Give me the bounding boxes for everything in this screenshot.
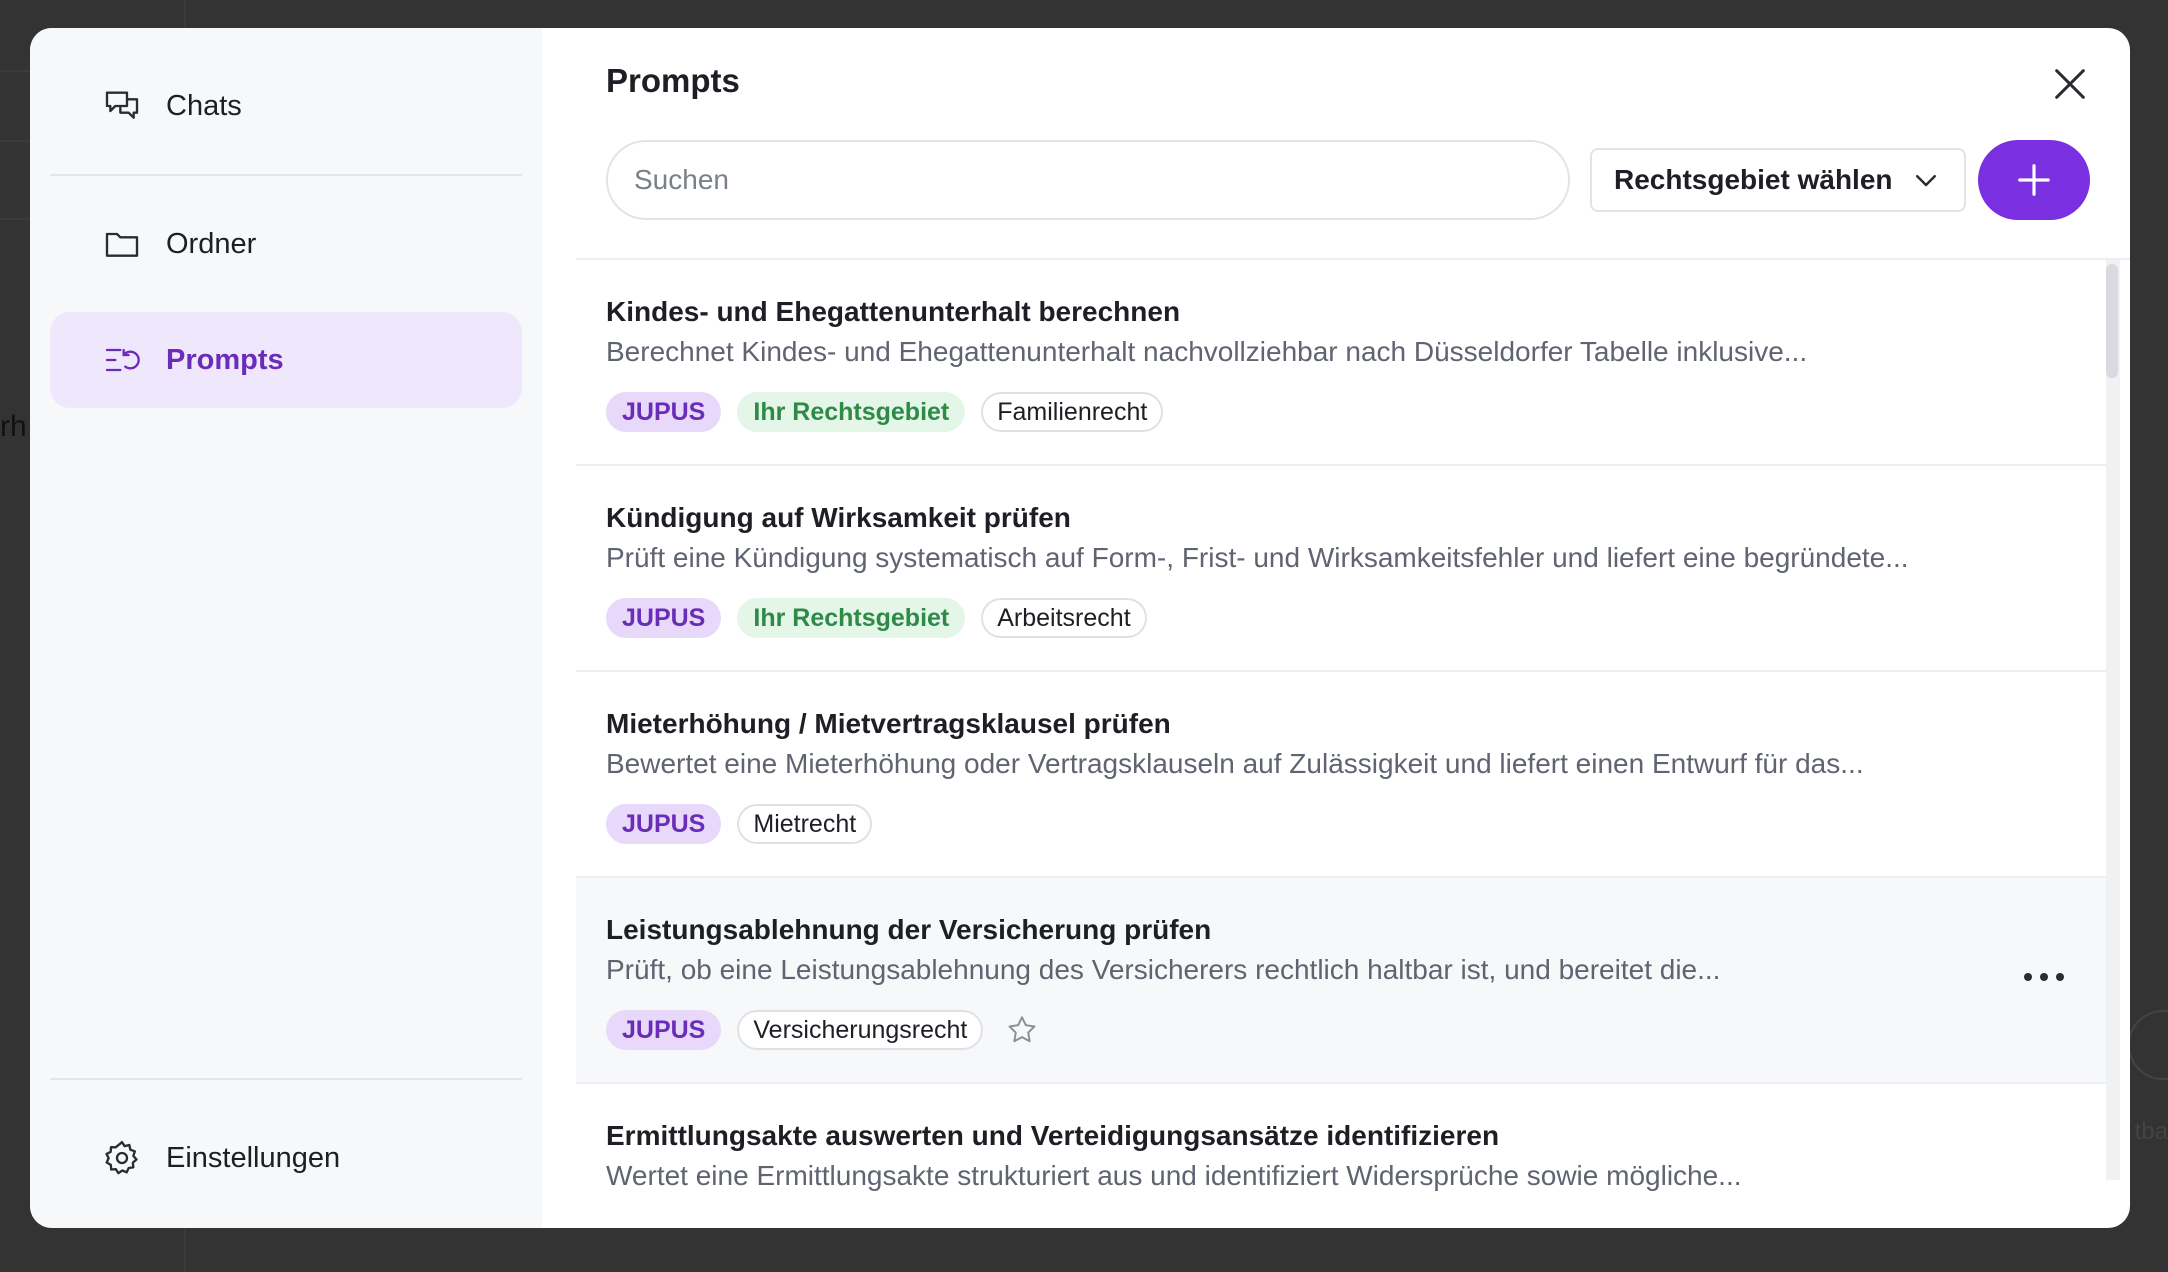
gear-icon	[105, 1141, 138, 1175]
background-circle	[2128, 1010, 2168, 1080]
prompt-description: Prüft eine Kündigung systematisch auf Fo…	[606, 542, 1909, 573]
sidebar-divider	[50, 174, 522, 176]
prompt-title: Ermittlungsakte auswerten und Verteidigu…	[606, 1120, 1500, 1151]
prompt-list-item[interactable]: Mieterhöhung / Mietvertragsklausel prüfe…	[576, 672, 2116, 878]
tag-source: JUPUS	[606, 392, 722, 432]
prompt-title: Kündigung auf Wirksamkeit prüfen	[606, 502, 1071, 533]
rechtsgebiet-select[interactable]: Rechtsgebiet wählen	[1590, 148, 1966, 212]
sidebar-item-label: Ordner	[166, 227, 257, 260]
sidebar-item-prompts[interactable]: Prompts	[50, 312, 522, 408]
prompt-list-item[interactable]: Leistungsablehnung der Versicherung prüf…	[576, 878, 2116, 1084]
prompt-list-item[interactable]: Kindes- und Ehegattenunterhalt berechnen…	[576, 260, 2116, 466]
sidebar-item-label: Einstellungen	[166, 1141, 341, 1174]
add-prompt-button[interactable]	[1978, 140, 2090, 220]
prompt-description: Berechnet Kindes- und Ehegattenunterhalt…	[606, 336, 1808, 367]
tag-legal-area: Mietrecht	[737, 804, 873, 844]
chat-bubbles-icon	[105, 91, 139, 119]
prompt-tags: JUPUS Ihr Rechtsgebiet Familienrecht	[606, 392, 2116, 432]
prompts-modal: Chats Ordner Prompts Einstellungen Promp…	[30, 28, 2130, 1228]
folder-icon	[105, 232, 139, 257]
sidebar-divider	[50, 1078, 522, 1080]
prompt-description: Prüft, ob eine Leistungsablehnung des Ve…	[606, 954, 1721, 985]
prompt-description: Wertet eine Ermittlungsakte strukturiert…	[606, 1160, 1742, 1191]
close-icon[interactable]	[2050, 64, 2090, 104]
sidebar-item-chats[interactable]: Chats	[50, 58, 522, 154]
sidebar-item-einstellungen[interactable]: Einstellungen	[50, 1110, 522, 1206]
tag-source: JUPUS	[606, 1010, 722, 1050]
prompt-title: Leistungsablehnung der Versicherung prüf…	[606, 914, 1212, 945]
chevron-down-icon	[1915, 175, 1936, 187]
sidebar-footer: Einstellungen	[50, 1078, 522, 1228]
plus-icon	[2018, 164, 2050, 196]
page-title: Prompts	[606, 62, 740, 99]
tag-legal-area: Familienrecht	[981, 392, 1164, 432]
tag-own-area: Ihr Rechtsgebiet	[737, 392, 966, 432]
prompts-panel: Prompts Rechtsgebiet wählen Kindes- und …	[542, 28, 2130, 1228]
tag-legal-area: Arbeitsrecht	[981, 598, 1147, 638]
prompt-list: Kindes- und Ehegattenunterhalt berechnen…	[576, 260, 2116, 1210]
prompt-tags: JUPUS Mietrecht	[606, 804, 2116, 844]
tag-own-area: Ihr Rechtsgebiet	[737, 598, 966, 638]
sidebar-item-ordner[interactable]: Ordner	[50, 196, 522, 292]
scrollbar-thumb[interactable]	[2106, 264, 2118, 378]
scrollbar-track	[2106, 260, 2120, 1180]
prompt-tags: JUPUS Versicherungsrecht	[606, 1010, 2116, 1050]
tag-source: JUPUS	[606, 804, 722, 844]
background-peek-text: rh	[0, 410, 27, 443]
prompt-list-icon	[105, 348, 140, 372]
tag-source: JUPUS	[606, 598, 722, 638]
prompt-title: Mieterhöhung / Mietvertragsklausel prüfe…	[606, 708, 1171, 739]
more-options-icon[interactable]	[2022, 968, 2066, 988]
prompt-description: Bewertet eine Mieterhöhung oder Vertrags…	[606, 748, 1864, 779]
sidebar-item-label: Prompts	[166, 343, 284, 376]
tag-legal-area: Versicherungsrecht	[737, 1010, 984, 1050]
prompt-list-item[interactable]: Kündigung auf Wirksamkeit prüfen Prüft e…	[576, 466, 2116, 672]
background-peek-text: tba	[2134, 1118, 2168, 1145]
sidebar: Chats Ordner Prompts Einstellungen	[30, 28, 542, 1228]
prompt-list-item[interactable]: Ermittlungsakte auswerten und Verteidigu…	[576, 1084, 2116, 1210]
star-icon[interactable]	[1005, 1013, 1039, 1047]
search-input[interactable]	[606, 140, 1570, 220]
prompt-title: Kindes- und Ehegattenunterhalt berechnen	[606, 296, 1181, 327]
rechtsgebiet-select-label: Rechtsgebiet wählen	[1614, 164, 1893, 195]
prompt-tags: JUPUS Ihr Rechtsgebiet Arbeitsrecht	[606, 598, 2116, 638]
sidebar-item-label: Chats	[166, 89, 242, 122]
